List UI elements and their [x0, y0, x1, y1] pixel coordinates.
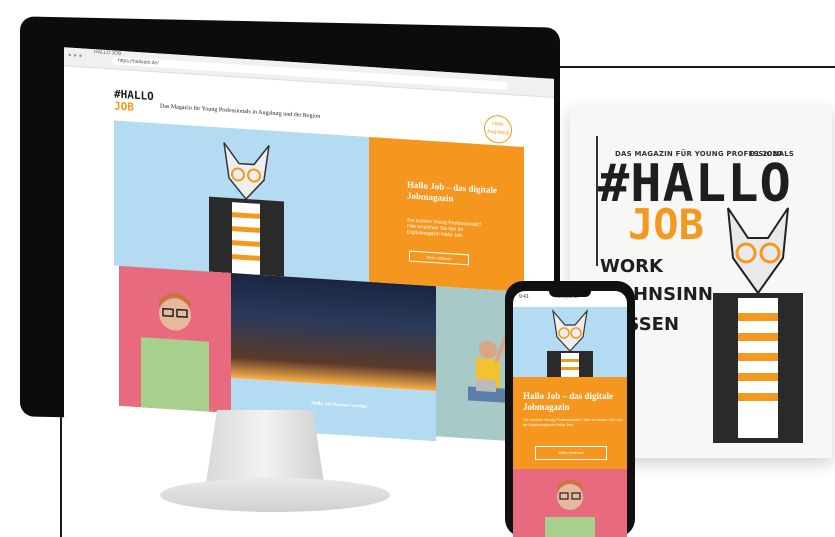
window-controls-icon[interactable]: ● ● ●	[68, 53, 82, 60]
phone-screen: 9:41 hallojob.de Hallo Job – das digital…	[513, 291, 627, 537]
hallo-augsburg-stamp: Hallo Augsburg	[484, 114, 512, 145]
phone-hero-image	[513, 307, 627, 377]
fox-illustration-web	[209, 142, 284, 277]
site-tagline: Das Magazin für Young Professionals in A…	[160, 103, 321, 120]
desktop-monitor: ● ● ● HALLO JOB https://hallojob.de/ #HA…	[20, 16, 560, 449]
hero-orange-panel	[369, 136, 524, 292]
phone-notch	[549, 289, 591, 297]
phone-hero-title: Hallo Job – das digitale Jobmagazin	[523, 391, 614, 412]
magazine-word-work: WORK	[600, 256, 663, 277]
phone-more-button[interactable]: Mehr erfahren	[535, 446, 607, 460]
browser-screen: ● ● ● HALLO JOB https://hallojob.de/ #HA…	[64, 47, 554, 449]
fox-illustration	[713, 207, 803, 443]
phone-young-man-photo[interactable]	[513, 469, 627, 537]
phone-hero-text: Sie suchen Young Professionals? Hier err…	[523, 417, 623, 427]
young-man-illustration	[141, 292, 209, 412]
decorative-line-top	[548, 66, 835, 68]
decorative-line-left	[60, 415, 62, 537]
young-man-illustration-phone	[545, 479, 595, 537]
site-logo[interactable]: #HALLO JOB	[114, 87, 154, 120]
monitor-stand-base	[160, 478, 390, 512]
tile-young-man-photo[interactable]	[119, 265, 231, 414]
status-time: 9:41	[519, 294, 529, 300]
smartphone: 9:41 hallojob.de Hallo Job – das digital…	[505, 281, 635, 537]
fox-illustration-phone	[547, 309, 593, 377]
tile-city-night-photo[interactable]	[231, 273, 436, 392]
